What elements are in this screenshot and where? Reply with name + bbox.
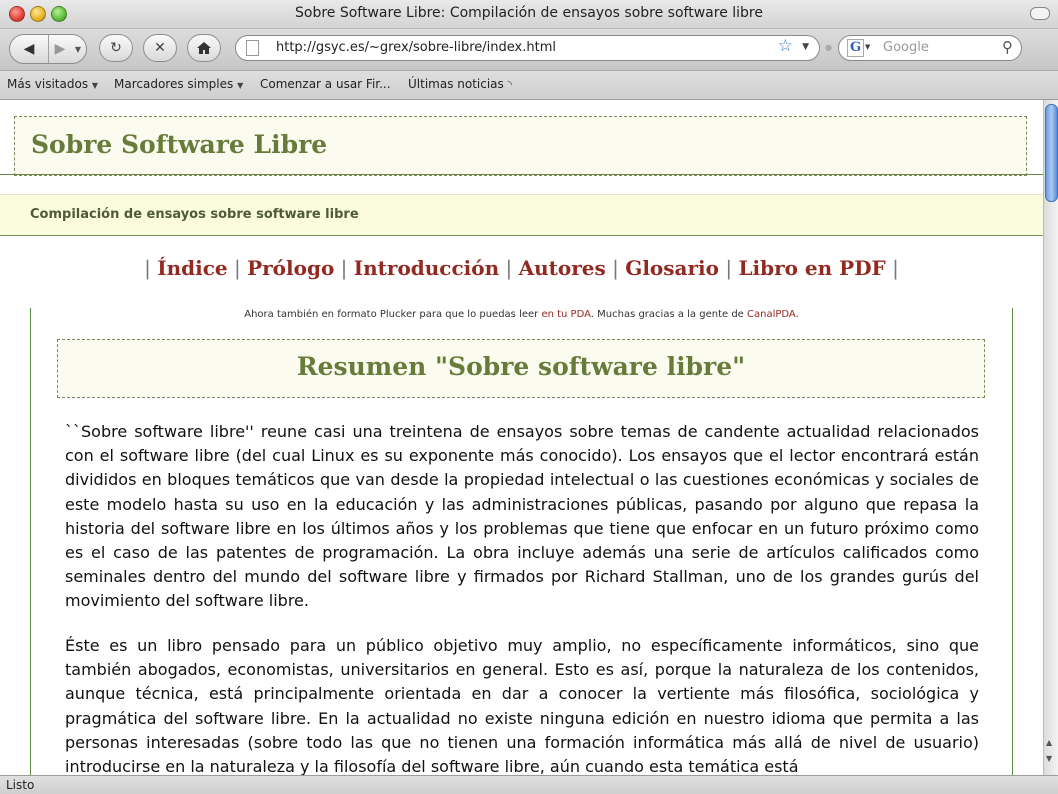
bookmark-marcadores-simples[interactable]: Marcadores simples ▼ [114, 77, 243, 91]
chevron-down-icon: ▼ [91, 81, 99, 90]
vertical-scrollbar[interactable]: ▲ ▼ [1043, 100, 1058, 775]
nav-indice[interactable]: Índice [157, 256, 227, 280]
main-nav: | Índice | Prólogo | Introducción | Auto… [144, 256, 899, 280]
header-divider [0, 174, 1043, 175]
reload-icon: ↻ [110, 40, 122, 56]
bookmarks-toolbar: Más visitados ▼ Marcadores simples ▼ Com… [0, 71, 1058, 100]
search-icon[interactable]: ⚲ [1002, 38, 1013, 56]
nav-introduccion[interactable]: Introducción [354, 256, 499, 280]
rss-feed-icon: ◝ [507, 78, 512, 91]
paragraph-1: ``Sobre software libre'' reune casi una … [65, 422, 979, 611]
back-button[interactable]: ◀ [10, 35, 49, 63]
nav-prologo[interactable]: Prólogo [247, 256, 334, 280]
chevron-down-icon: ▼ [237, 81, 244, 90]
content-box: Ahora también en formato Plucker para qu… [30, 308, 1013, 775]
engine-dropdown-icon[interactable]: ▼ [865, 43, 870, 51]
toolbar-toggle-button[interactable] [1030, 7, 1050, 20]
separator-dot-icon: ● [825, 43, 832, 52]
back-forward-group: ◀ ▶ ▼ [9, 34, 87, 64]
site-header: Sobre Software Libre [14, 116, 1027, 176]
nav-libro-pdf[interactable]: Libro en PDF [738, 256, 885, 280]
history-dropdown-button[interactable]: ▼ [71, 35, 85, 63]
back-arrow-icon: ◀ [23, 41, 35, 57]
scroll-up-arrow[interactable]: ▲ [1046, 738, 1052, 747]
nav-glosario[interactable]: Glosario [625, 256, 719, 280]
chevron-down-icon: ▼ [74, 44, 82, 54]
scroll-down-arrow[interactable]: ▼ [1046, 754, 1052, 763]
search-input[interactable]: Google [883, 40, 929, 55]
window-titlebar: Sobre Software Libre: Compilación de ens… [0, 0, 1058, 29]
home-button[interactable] [187, 34, 221, 62]
search-bar[interactable]: G ▼ Google ⚲ [838, 35, 1022, 61]
nav-autores[interactable]: Autores [519, 256, 606, 280]
page-icon [246, 40, 259, 56]
forward-button[interactable]: ▶ [49, 35, 71, 63]
status-text: Listo [6, 778, 35, 792]
reload-button[interactable]: ↻ [99, 34, 133, 62]
bookmark-comenzar[interactable]: Comenzar a usar Fir... [260, 77, 391, 91]
site-title: Sobre Software Libre [31, 130, 328, 159]
navigation-toolbar: ◀ ▶ ▼ ↻ ✕ http://gsyc.es/~grex/sobre-lib… [0, 29, 1058, 71]
forward-arrow-icon: ▶ [54, 41, 66, 57]
subtitle-band: Compilación de ensayos sobre software li… [0, 194, 1043, 236]
scrollbar-thumb[interactable] [1045, 104, 1058, 202]
resumen-box: Resumen "Sobre software libre" [57, 339, 985, 398]
paragraph-2: Éste es un libro pensado para un público… [65, 636, 979, 775]
url-history-dropdown[interactable]: ▼ [802, 42, 809, 52]
plucker-notice: Ahora también en formato Plucker para qu… [244, 309, 799, 320]
resumen-title: Resumen "Sobre software libre" [296, 352, 746, 381]
stop-button[interactable]: ✕ [143, 34, 177, 62]
bookmark-star-icon[interactable]: ☆ [778, 36, 793, 56]
bookmark-ultimas-noticias[interactable]: Últimas noticias ◝ [408, 77, 512, 91]
google-engine-icon[interactable]: G [847, 39, 864, 57]
status-bar: Listo [0, 775, 1058, 794]
bookmark-mas-visitados[interactable]: Más visitados ▼ [7, 77, 98, 91]
address-bar[interactable]: http://gsyc.es/~grex/sobre-libre/index.h… [235, 35, 820, 61]
canalpda-link[interactable]: CanalPDA [747, 309, 796, 320]
home-icon [197, 42, 211, 54]
window-title: Sobre Software Libre: Compilación de ens… [295, 5, 763, 21]
address-input[interactable]: http://gsyc.es/~grex/sobre-libre/index.h… [276, 40, 556, 55]
page-viewport: Sobre Software Libre Compilación de ensa… [0, 100, 1043, 775]
pda-link[interactable]: en tu PDA [541, 309, 590, 320]
stop-icon: ✕ [154, 40, 166, 56]
site-subtitle: Compilación de ensayos sobre software li… [30, 207, 359, 222]
